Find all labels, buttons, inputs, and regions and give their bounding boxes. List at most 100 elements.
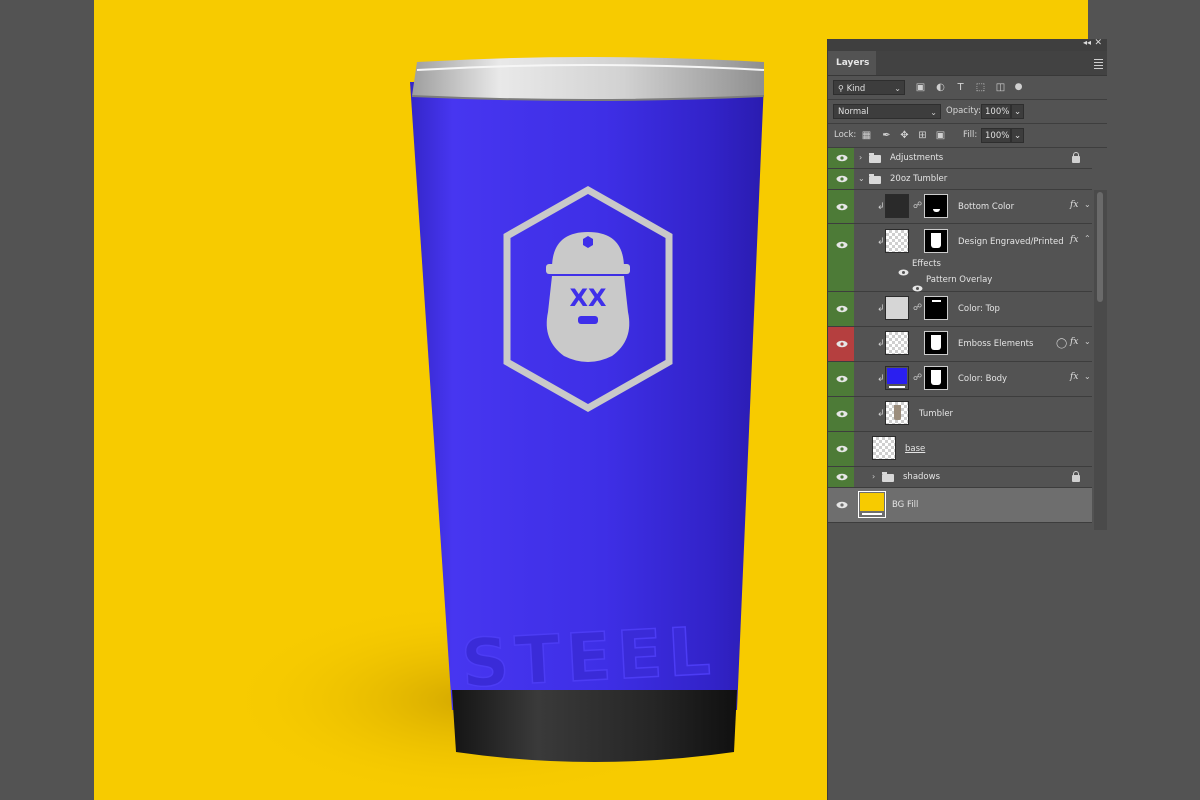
- lock-artboard-icon[interactable]: ⊞: [916, 129, 929, 142]
- visibility-toggle[interactable]: [828, 432, 854, 466]
- layer-mask-thumbnail[interactable]: [924, 331, 948, 355]
- visibility-toggle[interactable]: [828, 190, 854, 223]
- folder-icon: [869, 153, 881, 163]
- layer-mask-thumbnail[interactable]: [924, 366, 948, 390]
- logo-eyes: XX: [569, 284, 607, 312]
- layer-name: shadows: [903, 472, 941, 482]
- filter-toggle-icon[interactable]: ●: [1012, 81, 1025, 94]
- layer-adjustments[interactable]: › Adjustments: [828, 148, 1092, 169]
- visibility-toggle[interactable]: [828, 224, 854, 291]
- tab-layers[interactable]: Layers: [828, 51, 876, 75]
- layer-mask-thumbnail[interactable]: [924, 229, 948, 253]
- tumbler-lid: [412, 57, 764, 100]
- layers-scrollbar[interactable]: [1094, 190, 1107, 530]
- eye-icon[interactable]: [898, 261, 909, 280]
- layer-thumbnail: [872, 436, 896, 460]
- layer-mask-thumbnail[interactable]: [924, 296, 948, 320]
- filter-shape-icon[interactable]: ⬚: [974, 81, 987, 94]
- layer-thumbnail: [885, 366, 909, 390]
- layers-list: › Adjustments ⌄ 20oz Tumbler ↲ ☍ Bottom …: [828, 148, 1092, 523]
- chevron-right-icon[interactable]: ›: [859, 153, 862, 162]
- opacity-slider-button[interactable]: ⌄: [1011, 104, 1024, 119]
- close-panel-icon[interactable]: ✕: [1094, 38, 1102, 48]
- visibility-toggle[interactable]: [828, 397, 854, 431]
- clipping-mask-icon: ↲: [877, 339, 885, 349]
- chevron-right-icon[interactable]: ›: [872, 472, 875, 481]
- opacity-field[interactable]: 100%: [981, 104, 1011, 119]
- chevron-down-icon[interactable]: ⌄: [1084, 337, 1091, 346]
- chevron-down-icon[interactable]: ⌄: [1084, 200, 1091, 209]
- fx-icon[interactable]: fx: [1070, 235, 1078, 245]
- layer-color-body[interactable]: ↲ ☍ Color: Body fx ⌄: [828, 362, 1092, 397]
- panel-menu-icon[interactable]: [1094, 57, 1103, 71]
- filter-adjustment-icon[interactable]: ◐: [934, 81, 947, 94]
- chevron-down-icon[interactable]: ⌄: [858, 174, 865, 183]
- link-icon[interactable]: ☍: [913, 303, 922, 313]
- layer-design-engraved[interactable]: ↲ Design Engraved/Printed fx ⌃ Effects P…: [828, 224, 1092, 292]
- folder-icon: [882, 472, 894, 482]
- layer-mask-thumbnail[interactable]: [924, 194, 948, 218]
- visibility-toggle[interactable]: [828, 362, 854, 396]
- fx-icon[interactable]: fx: [1070, 337, 1078, 347]
- fill-field[interactable]: 100%: [981, 128, 1011, 143]
- filter-kind-label: Kind: [846, 84, 866, 94]
- scrollbar-thumb[interactable]: [1097, 192, 1103, 302]
- chevron-down-icon: ⌄: [930, 108, 937, 117]
- lock-paint-icon[interactable]: ✒: [880, 129, 893, 142]
- layer-color-top[interactable]: ↲ ☍ Color: Top: [828, 292, 1092, 327]
- collapse-panel-icon[interactable]: ◂◂: [1083, 38, 1091, 47]
- visibility-toggle[interactable]: [828, 148, 854, 168]
- layer-bg-fill[interactable]: BG Fill: [828, 488, 1092, 523]
- fx-icon[interactable]: fx: [1070, 200, 1078, 210]
- effect-pattern-overlay: Pattern Overlay: [926, 275, 993, 285]
- visibility-toggle[interactable]: [828, 327, 854, 361]
- eye-icon: [836, 473, 848, 481]
- link-icon[interactable]: ☍: [913, 373, 922, 383]
- opacity-label: Opacity:: [946, 106, 981, 116]
- blend-mode-value: Normal: [838, 107, 869, 117]
- filter-smartobject-icon[interactable]: ◫: [994, 81, 1007, 94]
- fill-slider-button[interactable]: ⌄: [1011, 128, 1024, 143]
- layer-name: Bottom Color: [958, 202, 1015, 212]
- layer-name: Color: Body: [958, 374, 1008, 384]
- eye-icon: [836, 175, 848, 183]
- chevron-down-icon: ⌄: [894, 84, 901, 93]
- fx-icon[interactable]: fx: [1070, 372, 1078, 382]
- lock-transparent-icon[interactable]: ▦: [860, 129, 873, 142]
- eye-icon: [836, 305, 848, 313]
- lock-row: Lock: ▦ ✒ ✥ ⊞ ▣ Fill: 100% ⌄: [828, 124, 1107, 147]
- visibility-toggle[interactable]: [828, 467, 854, 487]
- layer-emboss-elements[interactable]: ↲ Emboss Elements ◯ fx ⌄: [828, 327, 1092, 362]
- layer-name: Tumbler: [919, 409, 954, 419]
- eye-icon: [836, 203, 848, 211]
- layer-base[interactable]: base: [828, 432, 1092, 467]
- visibility-toggle[interactable]: [828, 292, 854, 326]
- layer-name: Adjustments: [890, 153, 944, 163]
- filter-type-icon[interactable]: T: [954, 81, 967, 94]
- engraved-steel-text: STEEL: [460, 612, 718, 702]
- lock-icon: [1072, 152, 1080, 163]
- blend-mode-dropdown[interactable]: Normal ⌄: [833, 104, 941, 119]
- filter-row: ⚲ Kind ⌄ ▣ ◐ T ⬚ ◫ ●: [828, 76, 1107, 99]
- chevron-down-icon: ⌄: [1014, 107, 1022, 117]
- layer-20oz-tumbler[interactable]: ⌄ 20oz Tumbler: [828, 169, 1092, 190]
- visibility-toggle[interactable]: [828, 169, 854, 189]
- link-icon[interactable]: ☍: [913, 201, 922, 211]
- chevron-down-icon: ⌄: [1014, 131, 1022, 141]
- filter-kind-dropdown[interactable]: ⚲ Kind ⌄: [833, 80, 905, 95]
- fill-label: Fill:: [963, 130, 978, 140]
- chevron-up-icon[interactable]: ⌃: [1084, 234, 1091, 243]
- layer-tumbler[interactable]: ↲ Tumbler: [828, 397, 1092, 432]
- clipping-mask-icon: ↲: [877, 237, 885, 247]
- layer-shadows[interactable]: › shadows: [828, 467, 1092, 488]
- filter-pixel-icon[interactable]: ▣: [914, 81, 927, 94]
- layer-bottom-color[interactable]: ↲ ☍ Bottom Color fx ⌄: [828, 190, 1092, 224]
- chevron-down-icon[interactable]: ⌄: [1084, 372, 1091, 381]
- visibility-toggle[interactable]: [828, 488, 854, 522]
- layer-thumbnail: [885, 229, 909, 253]
- lock-position-icon[interactable]: ✥: [898, 129, 911, 142]
- smart-filter-icon: ◯: [1056, 338, 1068, 349]
- lock-all-icon[interactable]: ▣: [934, 129, 947, 142]
- layer-name: base: [905, 444, 926, 454]
- effects-label: Effects: [912, 259, 941, 269]
